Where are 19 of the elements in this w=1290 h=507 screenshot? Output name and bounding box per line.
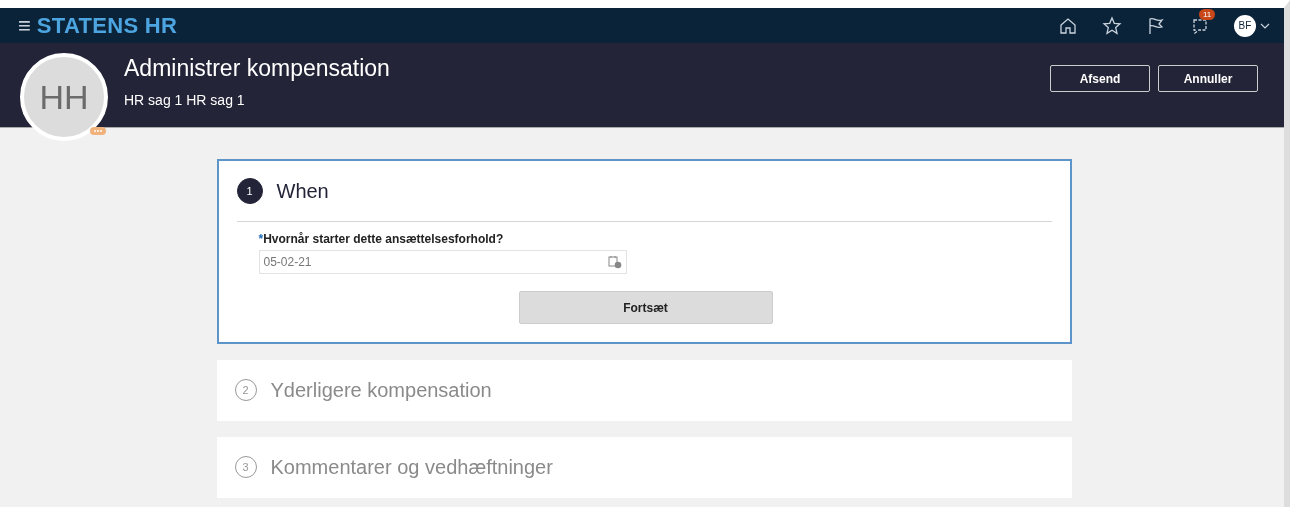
notification-badge: 11 xyxy=(1199,8,1216,20)
step-number: 1 xyxy=(236,178,263,204)
avatar: HH xyxy=(20,53,108,141)
star-icon[interactable] xyxy=(1102,15,1122,36)
page-subtitle: HR sag 1 HR sag 1 xyxy=(124,92,246,108)
flag-icon[interactable] xyxy=(1146,15,1166,36)
chevron-down-icon[interactable] xyxy=(1260,22,1270,29)
page-title: Administrer kompensation xyxy=(124,55,390,82)
brand-title: STATENS HR xyxy=(36,12,178,39)
calendar-icon[interactable] xyxy=(607,255,622,269)
continue-button[interactable]: Fortsæt xyxy=(518,291,773,324)
header-action-button[interactable]: Afsend xyxy=(1050,65,1150,92)
field-label: Hvornår starter dette ansættelsesforhold? xyxy=(263,232,504,246)
menu-button[interactable]: ≡ xyxy=(18,14,31,37)
header-action-button[interactable]: Annuller xyxy=(1158,65,1258,92)
user-menu-button[interactable]: BF xyxy=(1234,14,1256,37)
date-input-field[interactable]: 05-02-21 xyxy=(258,250,627,274)
required-asterisk: * xyxy=(258,232,264,246)
step-title[interactable]: When xyxy=(276,179,329,203)
